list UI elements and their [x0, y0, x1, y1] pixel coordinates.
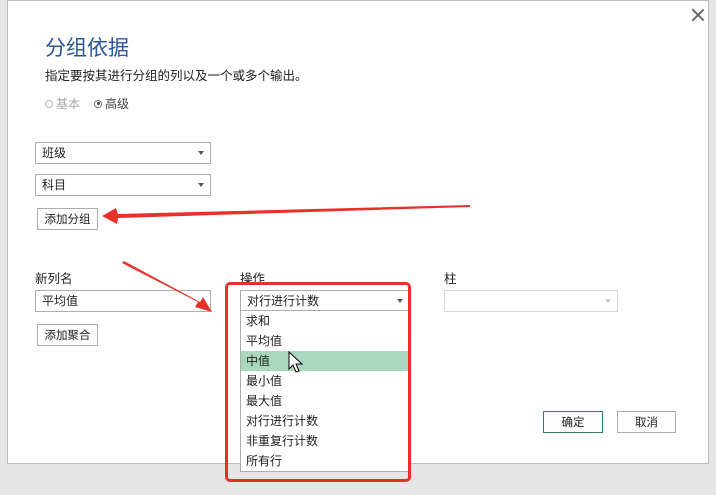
new-column-name-input[interactable]: 平均值 — [35, 290, 211, 312]
radio-basic-dot[interactable] — [45, 99, 53, 108]
dialog-title: 分组依据 — [45, 36, 129, 60]
group-by-select-2[interactable]: 科目 — [35, 174, 211, 196]
group-by-select-1-value: 班级 — [42, 146, 67, 160]
radio-advanced-label: 高级 — [105, 97, 130, 111]
group-by-select-2-value: 科目 — [42, 178, 67, 192]
dropdown-option-average[interactable]: 平均值 — [241, 331, 408, 351]
group-by-select-1[interactable]: 班级 — [35, 142, 211, 164]
operation-header: 操作 — [240, 271, 266, 286]
dropdown-option-min[interactable]: 最小值 — [241, 371, 408, 391]
column-select[interactable] — [444, 290, 618, 312]
operation-dropdown-list: 求和 平均值 中值 最小值 最大值 对行进行计数 非重复行计数 所有行 — [240, 310, 409, 472]
dropdown-option-all-rows[interactable]: 所有行 — [241, 451, 408, 471]
dropdown-option-count-rows[interactable]: 对行进行计数 — [241, 411, 408, 431]
radio-basic[interactable]: 基本 — [45, 95, 80, 112]
close-icon[interactable] — [691, 8, 705, 22]
radio-advanced-dot[interactable] — [94, 99, 103, 108]
add-group-button[interactable]: 添加分组 — [37, 208, 98, 230]
operation-select[interactable]: 对行进行计数 — [240, 290, 410, 312]
dropdown-option-max[interactable]: 最大值 — [241, 391, 408, 411]
dropdown-option-median[interactable]: 中值 — [241, 351, 408, 371]
chevron-down-icon — [605, 299, 611, 303]
chevron-down-icon — [397, 299, 403, 303]
new-column-header: 新列名 — [35, 271, 73, 286]
ok-button[interactable]: 确定 — [543, 411, 603, 433]
dropdown-option-sum[interactable]: 求和 — [241, 311, 408, 331]
mode-radio-group: 基本 高级 — [45, 95, 129, 112]
column-header: 柱 — [444, 271, 457, 286]
chevron-down-icon — [198, 151, 204, 155]
radio-basic-label: 基本 — [56, 97, 81, 111]
radio-advanced[interactable]: 高级 — [94, 95, 129, 112]
dialog-subtitle: 指定要按其进行分组的列以及一个或多个输出。 — [45, 68, 308, 83]
add-aggregation-button[interactable]: 添加聚合 — [37, 324, 98, 346]
cancel-button[interactable]: 取消 — [617, 411, 676, 433]
operation-select-value: 对行进行计数 — [247, 294, 320, 308]
dropdown-option-count-distinct[interactable]: 非重复行计数 — [241, 431, 408, 451]
chevron-down-icon — [198, 183, 204, 187]
